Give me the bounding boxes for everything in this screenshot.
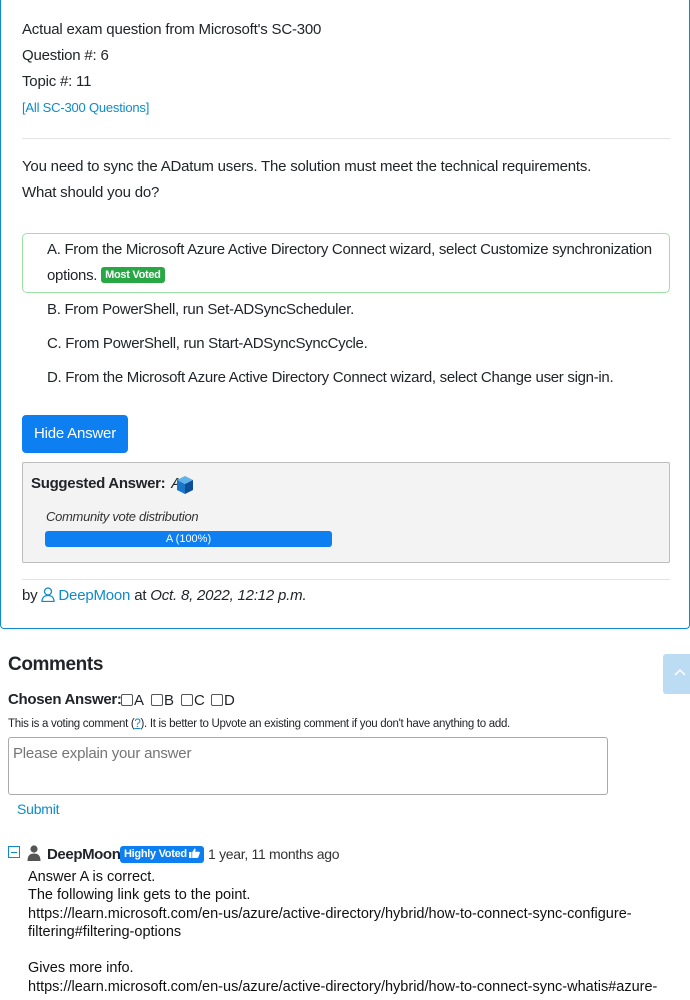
divider [22,138,670,139]
choice-checkbox-b[interactable]: B [151,692,174,709]
voting-note-post: ). It is better to Upvote an existing co… [140,718,511,730]
at-text: at [134,587,147,604]
voting-note: This is a voting comment (?). It is bett… [8,718,510,730]
checkbox-label: A [134,692,144,709]
cube-icon[interactable] [175,475,195,495]
comment-body: Answer A is correct. The following link … [28,868,668,996]
divider [22,579,670,580]
chosen-answer-label: Chosen Answer: [8,691,122,708]
choice-checkbox-a[interactable]: A [121,692,144,709]
checkbox-label: C [194,692,205,709]
most-voted-badge: Most Voted [101,267,165,283]
exam-title: Actual exam question from Microsoft's SC… [22,21,322,38]
post-date: Oct. 8, 2022, 12:12 p.m. [150,587,307,604]
choice-a-text-2: options. [47,267,98,284]
question-text: You need to sync the ADatum users. The s… [22,158,592,175]
question-prompt: What should you do? [22,184,160,201]
checkbox[interactable] [121,694,133,706]
comment-time: 1 year, 11 months ago [208,846,340,862]
comment-line: Answer A is correct. [28,869,156,885]
topic-number: Topic #: 11 [22,73,92,90]
suggested-answer-label: Suggested Answer: [31,475,166,492]
vote-bar-fill: A (100%) [45,531,332,547]
choice-checkbox-d[interactable]: D [211,692,235,709]
choice-checkbox-c[interactable]: C [181,692,205,709]
choice-a-continued[interactable]: options. Most Voted [47,263,165,289]
collapse-icon[interactable] [8,846,20,858]
question-number: Question #: 6 [22,47,109,64]
chevron-up-icon [674,668,686,676]
highly-voted-label: Highly Voted [124,848,187,860]
user-icon [41,587,56,602]
highly-voted-badge: Highly Voted [120,846,204,863]
comment-input[interactable] [8,737,608,795]
comment-line: https://learn.microsoft.com/en-us/azure/… [28,905,632,922]
voting-note-pre: This is a voting comment ( [8,718,135,730]
comment-author[interactable]: DeepMoon [47,846,121,863]
choice-c[interactable]: C. From PowerShell, run Start-ADSyncSync… [47,331,368,357]
comment-line: filtering#filtering-options [28,923,182,940]
comment-line: The following link gets to the point. [28,887,251,904]
checkbox[interactable] [151,694,163,706]
answer-box: Suggested Answer: A Community vote distr… [22,462,670,563]
checkbox[interactable] [211,694,223,706]
submit-button[interactable]: Submit [17,801,60,817]
comment-gap [28,941,668,959]
choice-a[interactable]: A. From the Microsoft Azure Active Direc… [47,237,652,263]
choice-b[interactable]: B. From PowerShell, run Set-ADSyncSchedu… [47,297,354,323]
comment-line: https://learn.microsoft.com/en-us/azure/… [28,978,658,995]
community-vote-label: Community vote distribution [46,509,199,524]
person-icon [27,845,41,861]
checkbox-label: B [164,692,174,709]
choice-d[interactable]: D. From the Microsoft Azure Active Direc… [47,365,614,391]
checkbox-label: D [224,692,235,709]
hide-answer-button[interactable]: Hide Answer [22,415,128,453]
question-card: Actual exam question from Microsoft's SC… [0,0,690,629]
by-text: by [22,587,38,604]
all-questions-link[interactable]: [All SC-300 Questions] [22,100,149,115]
thumbs-up-icon [188,848,200,858]
comments-heading: Comments [8,654,103,675]
comment-line: Gives more info. [28,960,134,977]
byline: by DeepMoon at Oct. 8, 2022, 12:12 p.m. [22,587,307,604]
checkbox[interactable] [181,694,193,706]
author-name: DeepMoon [58,587,131,604]
scroll-top-button[interactable] [663,654,690,694]
suggested-answer: Suggested Answer: A [31,475,181,492]
author-link[interactable]: DeepMoon [41,587,130,604]
vote-distribution-bar: A (100%) [45,531,332,547]
